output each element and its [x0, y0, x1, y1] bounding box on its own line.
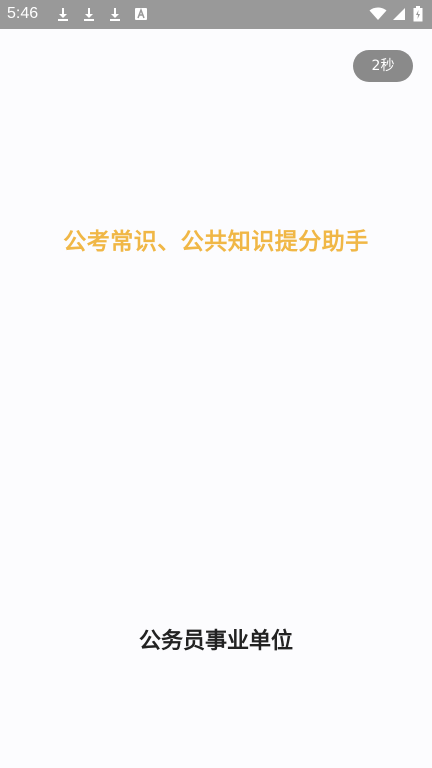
- download-icon: [84, 8, 94, 21]
- download-icon: [110, 8, 120, 21]
- slogan-text: 公考常识、公共知识提分助手: [63, 229, 369, 255]
- app-name: 公务员事业单位: [138, 629, 293, 654]
- splash-screen: 2秒 公考常识、公共知识提分助手 公务员事业单位: [0, 29, 432, 768]
- download-icon: [58, 8, 68, 21]
- battery-icon: [413, 6, 423, 22]
- status-bar: 5:46: [0, 0, 432, 29]
- signal-icon: [393, 8, 405, 20]
- status-time: 5:46: [7, 5, 39, 22]
- wifi-icon: [369, 7, 387, 20]
- text-a-icon: [135, 7, 147, 20]
- skip-countdown-button[interactable]: 2秒: [353, 50, 413, 82]
